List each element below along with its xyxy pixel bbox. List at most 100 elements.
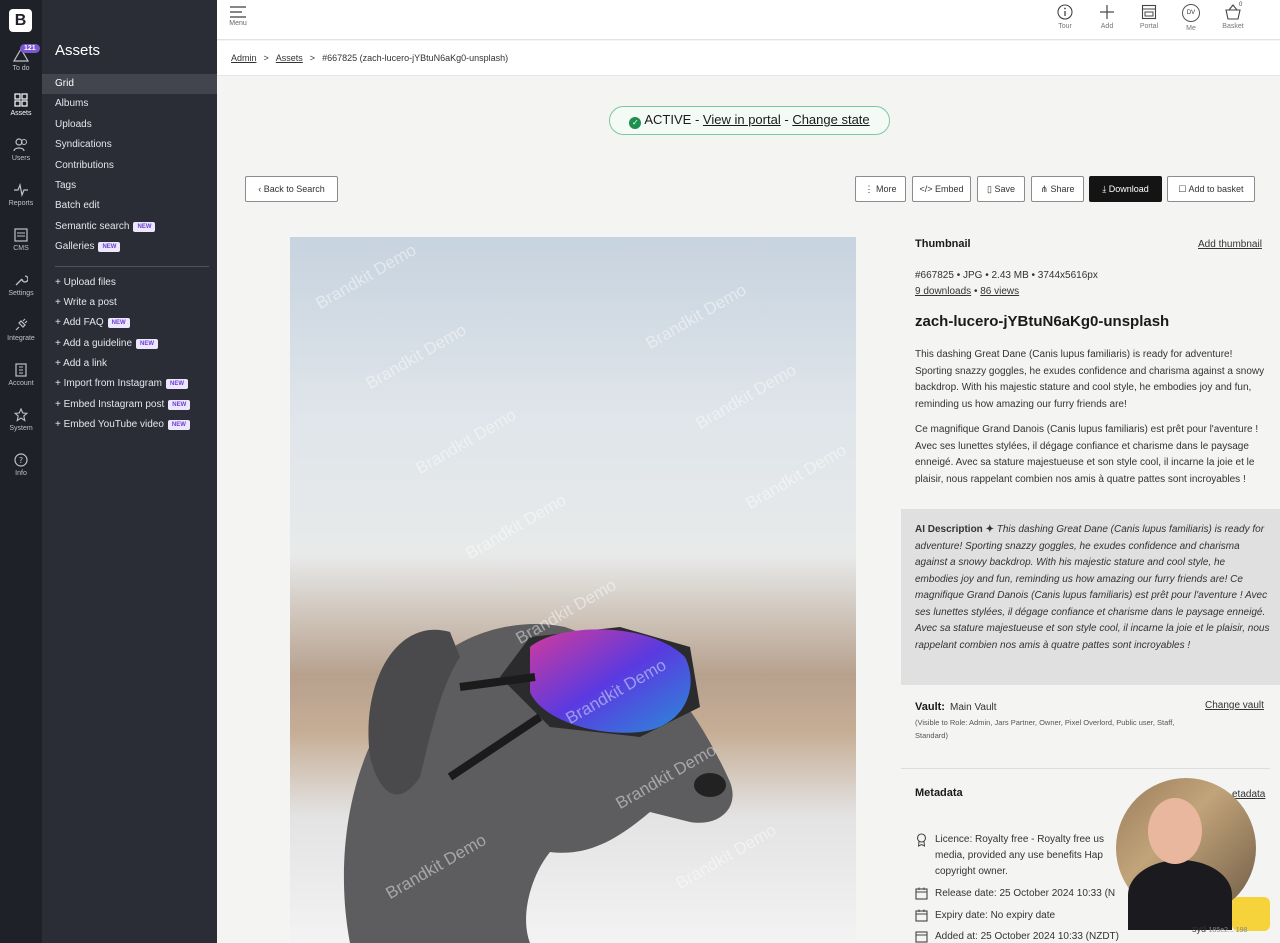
views-link[interactable]: 86 views [980, 286, 1019, 297]
presenter-body [1128, 860, 1232, 930]
action-add-link[interactable]: + Add a link [42, 354, 217, 374]
icon-rail: B To do 121 Assets Users Reports CMS Set… [0, 0, 42, 943]
sidebar-item-syndications[interactable]: Syndications [42, 135, 217, 155]
action-embed-youtube[interactable]: + Embed YouTube video NEW [42, 415, 217, 435]
rail-item-settings[interactable]: Settings [0, 273, 42, 313]
sidebar-item-grid[interactable]: Grid [42, 74, 217, 95]
rail-label: Settings [8, 290, 34, 297]
check-icon: ✓ [629, 117, 642, 129]
rail-label: Integrate [7, 335, 35, 342]
ai-description-panel: AI Description ✦ This dashing Great Dane… [901, 509, 1280, 685]
sidebar-divider [55, 265, 209, 267]
view-in-portal-link[interactable]: View in portal [703, 112, 781, 127]
more-button[interactable]: ⋮ More [855, 176, 906, 202]
rail-item-system[interactable]: System [0, 408, 42, 448]
description-en: This dashing Great Dane (Canis lupus fam… [915, 349, 1265, 410]
change-state-link[interactable]: Change state [792, 112, 869, 127]
plug-icon [15, 318, 28, 331]
pulse-icon [14, 183, 28, 197]
rail-item-account[interactable]: Account [0, 363, 42, 403]
breadcrumb-assets[interactable]: Assets [276, 53, 303, 63]
back-to-search-button[interactable]: ‹ Back to Search [245, 176, 338, 202]
code-icon: </> [919, 184, 933, 194]
asset-title: zach-lucero-jYBtuN6aKg0-unsplash [915, 313, 1170, 330]
breadcrumb-current: #667825 (zach-lucero-jYBtuN6aKg0-unsplas… [322, 53, 509, 63]
rail-item-assets[interactable]: Assets [0, 93, 42, 133]
checkbox-icon: ☐ [1178, 184, 1187, 194]
plus-icon [1100, 5, 1114, 19]
change-vault-link[interactable]: Change vault [1205, 700, 1264, 711]
embed-button[interactable]: </> Embed [912, 176, 971, 202]
wrench-icon [15, 275, 28, 286]
new-badge: NEW [133, 221, 156, 232]
action-embed-instagram[interactable]: + Embed Instagram post NEW [42, 395, 217, 415]
svg-text:?: ? [19, 456, 23, 465]
rail-item-integrate[interactable]: Integrate [0, 318, 42, 358]
rail-label: Reports [8, 200, 34, 207]
thumbnail-label: Thumbnail [915, 238, 971, 250]
session-info: syd 185e2... 198 [1192, 924, 1248, 934]
share-icon: ⋔ [1040, 184, 1048, 194]
sidebar-item-galleries[interactable]: Galleries NEW [42, 237, 217, 257]
status-banner: ✓ ACTIVE - View in portal - Change state [609, 106, 890, 135]
new-badge: NEW [136, 338, 159, 349]
status-dash: - [784, 112, 789, 127]
add-thumbnail-link[interactable]: Add thumbnail [1198, 239, 1262, 250]
basket-button[interactable]: Basket 0 [1215, 2, 1251, 30]
sidebar-item-contributions[interactable]: Contributions [42, 156, 217, 176]
new-badge: NEW [168, 399, 191, 410]
add-button[interactable]: Add [1089, 4, 1125, 30]
action-upload-files[interactable]: + Upload files [42, 273, 217, 293]
basket-count: 0 [1239, 2, 1243, 8]
users-icon [13, 138, 27, 152]
sidebar-item-albums[interactable]: Albums [42, 94, 217, 114]
rail-item-users[interactable]: Users [0, 138, 42, 178]
action-import-instagram[interactable]: + Import from Instagram NEW [42, 374, 217, 394]
hamburger-icon [230, 6, 246, 18]
metadata-label: Metadata [915, 787, 963, 799]
asset-preview-image[interactable]: Brandkit Demo Brandkit Demo Brandkit Dem… [290, 237, 856, 943]
breadcrumb-admin[interactable]: Admin [231, 53, 257, 63]
add-to-basket-button[interactable]: ☐ Add to basket [1167, 176, 1255, 202]
share-button[interactable]: ⋔ Share [1031, 176, 1084, 202]
sidebar-item-batch-edit[interactable]: Batch edit [42, 196, 217, 216]
download-button[interactable]: ⤓ Download [1089, 176, 1162, 202]
download-icon: ⤓ [1102, 184, 1107, 194]
rail-item-todo[interactable]: To do [0, 48, 42, 88]
me-button[interactable]: DV Me [1173, 4, 1209, 32]
building-icon [15, 363, 27, 377]
calendar-icon [915, 909, 928, 922]
portal-button[interactable]: Portal [1131, 4, 1167, 30]
rail-item-cms[interactable]: CMS [0, 228, 42, 268]
breadcrumb-separator: > [263, 53, 269, 63]
bookmark-icon: ▯ [987, 184, 992, 194]
top-bar: Menu Tour Add Portal DV Me Basket 0 [217, 0, 1280, 40]
brandkit-logo[interactable]: B [9, 9, 32, 32]
presenter-face [1148, 798, 1202, 864]
menu-label: Menu [229, 20, 247, 27]
action-write-post[interactable]: + Write a post [42, 293, 217, 313]
sidebar-title: Assets [55, 42, 101, 59]
rail-item-reports[interactable]: Reports [0, 183, 42, 223]
description-fr: Ce magnifique Grand Danois (Canis lupus … [915, 424, 1259, 485]
edit-metadata-link[interactable]: etadata [1232, 789, 1265, 800]
rail-label: Users [11, 155, 31, 162]
rail-label: Assets [10, 110, 32, 117]
sidebar-item-tags[interactable]: Tags [42, 176, 217, 196]
new-badge: NEW [167, 420, 190, 431]
downloads-link[interactable]: 9 downloads [915, 286, 971, 297]
sidebar-item-semantic-search[interactable]: Semantic search NEW [42, 217, 217, 237]
save-button[interactable]: ▯ Save [977, 176, 1025, 202]
calendar-icon [915, 931, 928, 943]
menu-button[interactable]: Menu [228, 6, 248, 27]
vault-label: Vault: [915, 701, 945, 713]
sidebar-item-uploads[interactable]: Uploads [42, 115, 217, 135]
usage-stats: 9 downloads • 86 views [915, 284, 1019, 301]
vault-roles: (Visible to Role: Admin, Jars Partner, O… [915, 718, 1175, 740]
rail-item-info[interactable]: ? Info [0, 453, 42, 493]
file-info: #667825 • JPG • 2.43 MB • 3744x5616px [915, 270, 1098, 281]
kebab-icon: ⋮ [864, 184, 874, 194]
tour-button[interactable]: Tour [1047, 4, 1083, 30]
action-add-guideline[interactable]: + Add a guideline NEW [42, 334, 217, 354]
action-add-faq[interactable]: + Add FAQ NEW [42, 313, 217, 333]
